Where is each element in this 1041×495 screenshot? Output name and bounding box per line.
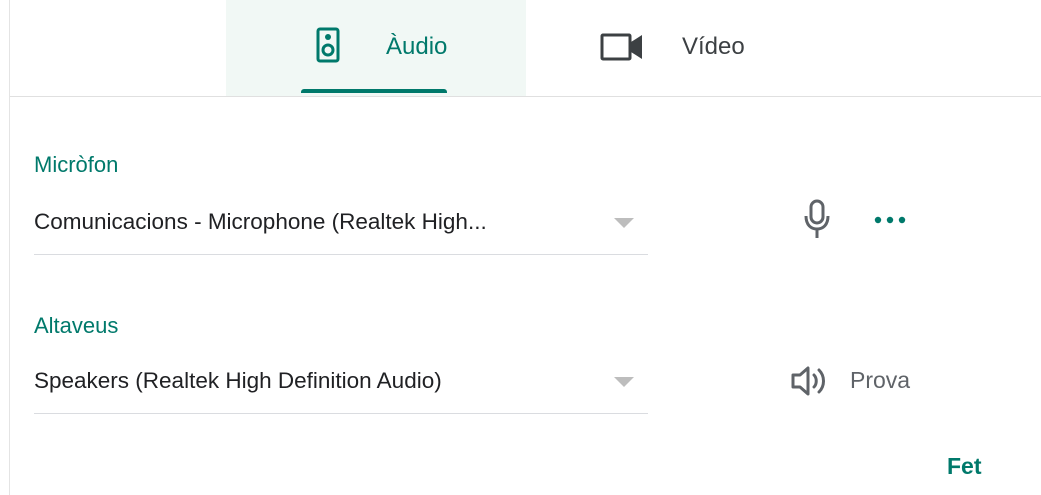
- tab-video-label: Vídeo: [682, 33, 745, 60]
- tab-audio-label: Àudio: [386, 33, 448, 60]
- audio-settings-dialog: Àudio Vídeo Micròfon Comunicacions - Mic…: [0, 0, 1041, 495]
- mic-icon[interactable]: [803, 198, 831, 245]
- speakers-select[interactable]: Speakers (Realtek High Definition Audio): [34, 357, 648, 414]
- test-speakers-button[interactable]: Prova: [790, 360, 940, 400]
- tab-bar: Àudio Vídeo: [10, 0, 1041, 97]
- more-horiz-icon[interactable]: [870, 208, 910, 237]
- speakers-select-value: Speakers (Realtek High Definition Audio): [34, 368, 442, 393]
- microphone-select[interactable]: Comunicacions - Microphone (Realtek High…: [34, 198, 648, 255]
- done-button-label: Fet: [947, 453, 982, 479]
- tab-audio[interactable]: Àudio: [226, 0, 526, 96]
- microphone-label: Micròfon: [34, 152, 119, 177]
- volume-icon: [790, 364, 830, 403]
- microphone-select-value: Comunicacions - Microphone (Realtek High…: [34, 209, 487, 234]
- videocam-icon: [600, 27, 646, 70]
- speaker-icon: [316, 27, 340, 68]
- dropdown-arrow-icon: [614, 218, 634, 228]
- tab-video[interactable]: Vídeo: [600, 0, 820, 96]
- speakers-label: Altaveus: [34, 313, 119, 338]
- done-button[interactable]: Fet: [932, 446, 1002, 486]
- dropdown-arrow-icon: [614, 377, 634, 387]
- test-speakers-label: Prova: [850, 367, 911, 393]
- active-tab-indicator: [301, 89, 447, 93]
